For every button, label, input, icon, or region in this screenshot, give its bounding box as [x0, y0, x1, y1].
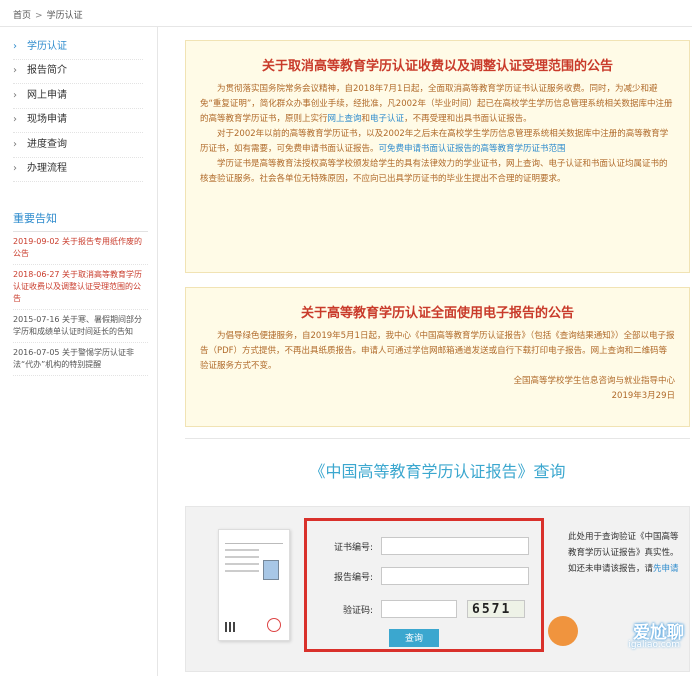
breadcrumb-current: 学历认证	[46, 11, 83, 21]
paragraph-text: ，不再受理和出具书面认证报告。	[404, 114, 532, 124]
announcement-paragraph: 对于2002年以前的高等教育学历证书，以及2002年之后未在高校学生学历信息管理…	[186, 127, 689, 157]
sidebar-item-label: 网上申请	[27, 89, 67, 101]
notice-link[interactable]: 2015-07-16 关于寒、暑假期间部分学历和成绩单认证时间延长的告知	[13, 310, 148, 343]
announcement-paragraph: 为贯彻落实国务院常务会议精神，自2018年7月1日起，全面取消高等教育学历证书认…	[186, 82, 689, 127]
captcha-row: 验证码: 6571	[307, 600, 525, 618]
chevron-right-icon: ›	[13, 65, 17, 76]
sidebar-nav: › 学历认证 › 报告简介 › 网上申请 › 现场申请 › 进度查询 › 办理流程	[0, 27, 157, 182]
watermark-logo-icon	[548, 616, 578, 646]
certificate-line	[225, 570, 259, 572]
report-number-label: 报告编号:	[333, 572, 373, 583]
cert-number-label: 证书编号:	[333, 542, 373, 553]
notice-heading: 重要告知	[13, 210, 148, 232]
announcement-title: 关于高等教育学历认证全面使用电子报告的公告	[300, 306, 574, 321]
certificate-sample-image	[218, 529, 290, 641]
chevron-right-icon: ›	[13, 163, 17, 174]
notice-link[interactable]: 2018-06-27 关于取消高等教育学历认证收费以及调整认证受理范围的公告	[13, 265, 148, 310]
breadcrumb: 首页 > 学历认证	[13, 8, 83, 21]
query-form-highlight: 证书编号: 报告编号: 验证码: 6571 查询	[304, 518, 544, 652]
announcement-paragraph: 学历证书是高等教育法授权高等学校颁发给学生的具有法律效力的学业证书，网上查询、电…	[200, 159, 668, 184]
sidebar-item-online-apply[interactable]: › 网上申请	[13, 84, 143, 109]
online-query-link[interactable]: 网上查询	[328, 114, 362, 124]
sidebar-item-process[interactable]: › 办理流程	[13, 158, 143, 182]
notice-list: 2019-09-02 关于报告专用纸作废的公告 2018-06-27 关于取消高…	[13, 232, 148, 376]
paper-report-scope-link[interactable]: 可免费申请书面认证报告的高等教育学历证书范围	[379, 144, 566, 154]
captcha-label: 验证码:	[342, 605, 373, 616]
query-title: 《中国高等教育学历认证报告》查询	[309, 462, 566, 481]
captcha-input[interactable]	[381, 600, 457, 618]
paragraph-text: 和	[361, 114, 371, 124]
cert-number-row: 证书编号:	[307, 537, 529, 555]
chevron-right-icon: ›	[13, 40, 17, 52]
report-number-input[interactable]	[381, 567, 529, 585]
e-certification-link[interactable]: 电子认证	[370, 114, 404, 124]
chevron-right-icon: ›	[13, 89, 17, 101]
query-button[interactable]: 查询	[389, 629, 439, 647]
notice-link[interactable]: 2019-09-02 关于报告专用纸作废的公告	[13, 232, 148, 265]
announcement-signer: 全国高等学校学生信息咨询与就业指导中心	[513, 376, 675, 386]
sidebar-item-label: 进度查询	[27, 138, 67, 150]
sidebar-item-label: 报告简介	[27, 65, 67, 76]
section-divider	[185, 438, 690, 439]
announcement-date: 2019年3月29日	[611, 391, 675, 401]
seal-icon	[267, 618, 281, 632]
announcement-title: 关于取消高等教育学历认证收费以及调整认证受理范围的公告	[261, 59, 613, 74]
chevron-right-icon: ›	[13, 138, 17, 150]
certificate-line	[225, 549, 259, 551]
sidebar: › 学历认证 › 报告简介 › 网上申请 › 现场申请 › 进度查询 › 办理流程 重要告知…	[0, 27, 158, 676]
certificate-line	[225, 563, 259, 565]
announcement-paragraph: 为倡导绿色便捷服务，自2019年5月1日起，我中心《中国高等教育学历认证报告》（…	[200, 331, 675, 371]
certificate-photo	[263, 560, 279, 580]
sidebar-item-onsite-apply[interactable]: › 现场申请	[13, 109, 143, 133]
cert-number-input[interactable]	[381, 537, 529, 555]
notice-link[interactable]: 2016-07-05 关于警惕学历认证非法“代办”机构的特别提醒	[13, 343, 148, 376]
sidebar-item-label: 办理流程	[27, 163, 67, 174]
announcement-fee-cancellation: 关于取消高等教育学历认证收费以及调整认证受理范围的公告 为贯彻落实国务院常务会议…	[185, 40, 690, 273]
certificate-header	[225, 536, 283, 544]
announcement-electronic-report: 关于高等教育学历认证全面使用电子报告的公告 为倡导绿色便捷服务，自2019年5月…	[185, 287, 690, 427]
breadcrumb-separator: >	[35, 11, 43, 21]
watermark-url: igaliao.com	[628, 640, 680, 650]
chevron-right-icon: ›	[13, 114, 17, 125]
apply-first-link[interactable]: 先申请	[653, 564, 679, 574]
sidebar-item-degree-certification[interactable]: › 学历认证	[13, 35, 143, 60]
certificate-line	[225, 556, 259, 558]
report-number-row: 报告编号:	[307, 567, 529, 585]
captcha-image[interactable]: 6571	[467, 600, 525, 618]
sidebar-item-label: 学历认证	[27, 40, 67, 52]
sidebar-item-label: 现场申请	[27, 114, 67, 125]
breadcrumb-home[interactable]: 首页	[13, 11, 31, 21]
qr-code-icon	[225, 622, 235, 632]
sidebar-item-progress-query[interactable]: › 进度查询	[13, 133, 143, 158]
query-help-text: 此处用于查询验证《中国高等教育学历认证报告》真实性。如还未申请该报告，请先申请	[568, 529, 680, 577]
watermark: 爱尬聊 igaliao.com	[548, 598, 692, 676]
sidebar-item-report-intro[interactable]: › 报告简介	[13, 60, 143, 84]
